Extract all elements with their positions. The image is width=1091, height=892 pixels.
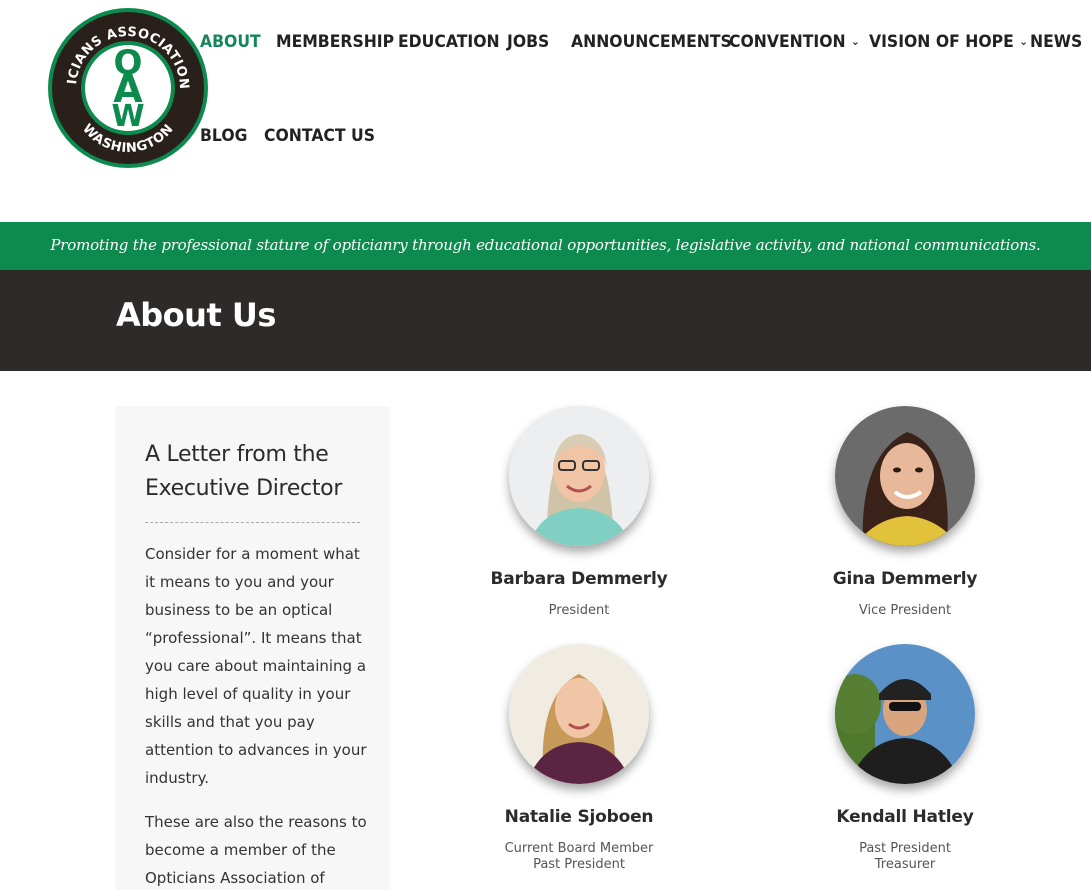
page-title-bar: About Us — [0, 270, 1091, 371]
chevron-down-icon: ⌄ — [1019, 35, 1028, 48]
member-role: Treasurer — [874, 857, 936, 872]
site-header: O A W OPTICIANS ASSOCIATION OF WASHINGTO… — [0, 0, 1091, 222]
person-photo-icon — [509, 644, 649, 784]
letter-paragraph: Consider for a moment what it means to y… — [145, 545, 367, 787]
tagline-banner: Promoting the professional stature of op… — [0, 222, 1091, 270]
nav-contact-us[interactable]: CONTACT US — [264, 126, 375, 146]
divider — [145, 522, 360, 523]
nav-about[interactable]: ABOUT — [200, 32, 261, 52]
member-role: Past President — [533, 857, 625, 872]
nav-blog[interactable]: BLOG — [200, 126, 247, 146]
member-role: Past President — [859, 841, 951, 856]
nav-news[interactable]: NEWS — [1030, 32, 1082, 52]
person-photo-icon — [509, 406, 649, 546]
nav-membership[interactable]: MEMBERSHIP — [276, 32, 394, 52]
letter-paragraph: These are also the reasons to become a m… — [145, 813, 367, 887]
member-name: Natalie Sjoboen — [504, 807, 654, 827]
tagline-text: Promoting the professional stature of op… — [50, 236, 1041, 254]
avatar-natalie — [509, 644, 649, 784]
person-photo-icon — [835, 406, 975, 546]
nav-convention-label: CONVENTION — [729, 32, 846, 52]
avatar-kendall — [835, 644, 975, 784]
member-role: Current Board Member — [504, 841, 654, 856]
member-role: Vice President — [858, 603, 952, 618]
nav-announcements[interactable]: ANNOUNCEMENTS — [571, 32, 732, 52]
chevron-down-icon: ⌄ — [851, 35, 860, 48]
letter-heading: A Letter from the Executive Director — [145, 442, 343, 501]
svg-text:W: W — [111, 99, 144, 134]
member-role: President — [548, 603, 610, 618]
nav-vision-of-hope[interactable]: VISION OF HOPE ⌄ — [869, 32, 1028, 52]
oaw-logo[interactable]: O A W OPTICIANS ASSOCIATION OF WASHINGTO… — [40, 0, 210, 170]
logo-emblem-icon: O A W OPTICIANS ASSOCIATION OF WASHINGTO… — [40, 0, 208, 168]
person-photo-icon — [835, 644, 975, 784]
nav-vision-of-hope-label: VISION OF HOPE — [869, 32, 1014, 52]
member-name: Gina Demmerly — [832, 569, 978, 589]
avatar-barbara — [509, 406, 649, 546]
nav-education[interactable]: EDUCATION — [398, 32, 500, 52]
nav-convention[interactable]: CONVENTION ⌄ — [729, 32, 860, 52]
member-name: Kendall Hatley — [836, 807, 974, 827]
member-name: Barbara Demmerly — [490, 569, 668, 589]
nav-jobs[interactable]: JOBS — [507, 32, 549, 52]
avatar-gina — [835, 406, 975, 546]
page-title: About Us — [116, 296, 276, 334]
director-letter-panel: A Letter from the Executive Director Con… — [115, 406, 390, 890]
